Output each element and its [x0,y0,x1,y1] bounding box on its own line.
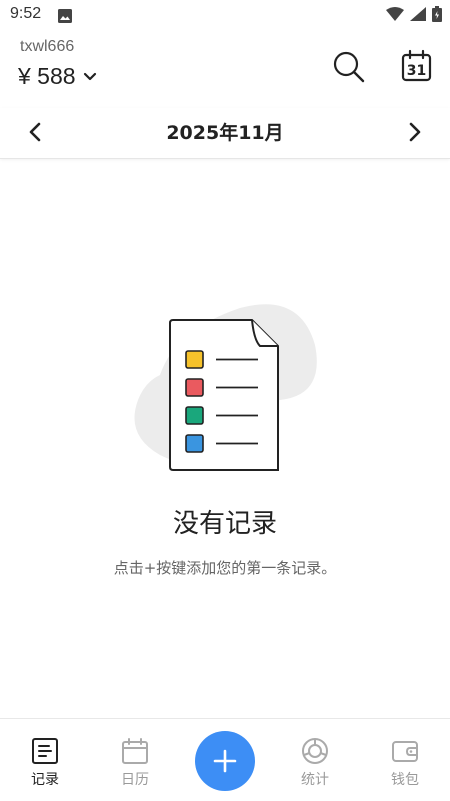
stats-icon [302,738,328,764]
balance-amount: ¥ 588 [18,63,76,89]
calendar-day-text: 31 [407,63,426,79]
chevron-right-icon [409,122,421,142]
balance-selector[interactable]: ¥ 588 [18,63,98,90]
nav-label-calendar: 日历 [121,772,149,788]
chevron-down-icon [83,72,96,80]
search-icon [333,51,365,83]
wifi-icon [386,7,404,21]
month-title: 2025年11月 [166,122,284,144]
nav-label-records: 记录 [31,772,59,788]
empty-state-title: 没有记录 [172,509,277,539]
calendar-icon: 31 [401,49,432,82]
bottom-navigation: 记录 日历 统计 钱包 [0,718,450,801]
month-navigation: 2025年11月 [0,108,450,159]
nav-item-wallet[interactable]: 钱包 [370,737,440,789]
empty-records-illustration [130,300,320,480]
wallet-icon [392,741,418,762]
plus-icon [213,749,237,773]
calendar-button[interactable]: 31 [400,49,434,83]
empty-state-hint: 点击+按键添加您的第一条记录。 [113,559,337,577]
account-name: txwl666 [20,38,75,55]
status-time: 9:52 [10,5,42,22]
nav-label-wallet: 钱包 [391,772,419,788]
nav-item-records[interactable]: 记录 [10,737,80,789]
status-bar: 9:52 [0,0,450,30]
nav-item-stats[interactable]: 统计 [280,737,350,789]
image-icon [58,8,72,27]
search-button[interactable] [332,50,366,84]
signal-icon [410,7,426,21]
nav-label-stats: 统计 [301,772,329,788]
calendar-icon [122,738,148,764]
add-record-button[interactable] [195,731,255,791]
battery-icon [432,6,442,22]
next-month-button[interactable] [402,120,426,144]
nav-item-calendar[interactable]: 日历 [100,737,170,789]
status-icons [386,6,442,22]
record-list-icon [32,738,58,764]
